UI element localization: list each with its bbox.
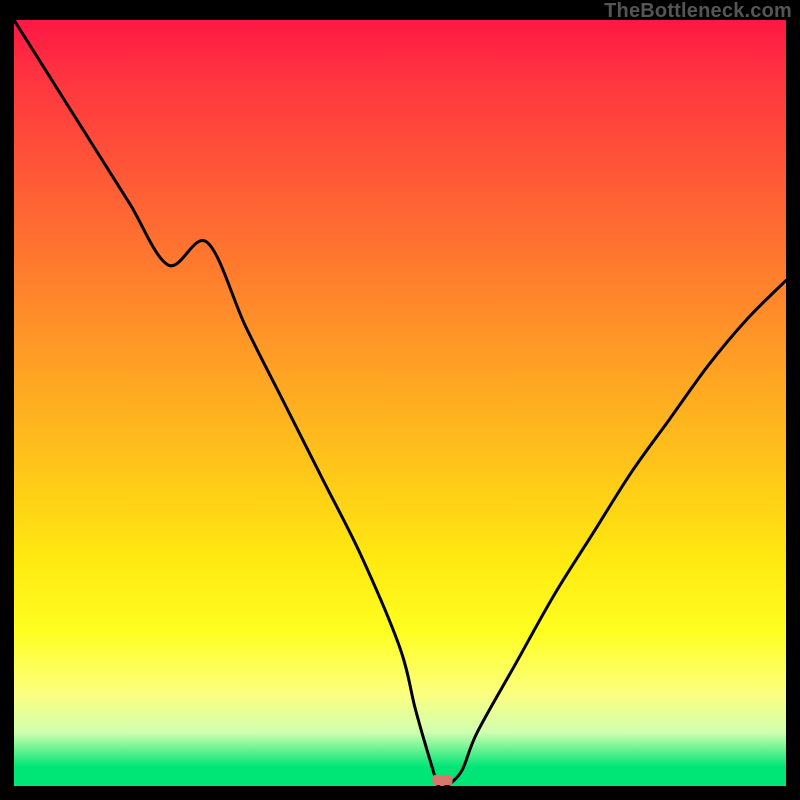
bottleneck-curve bbox=[14, 20, 786, 786]
sweet-spot-marker bbox=[432, 775, 452, 785]
plot-area bbox=[14, 20, 786, 786]
chart-stage: TheBottleneck.com bbox=[0, 0, 800, 800]
curve-layer bbox=[14, 20, 786, 786]
